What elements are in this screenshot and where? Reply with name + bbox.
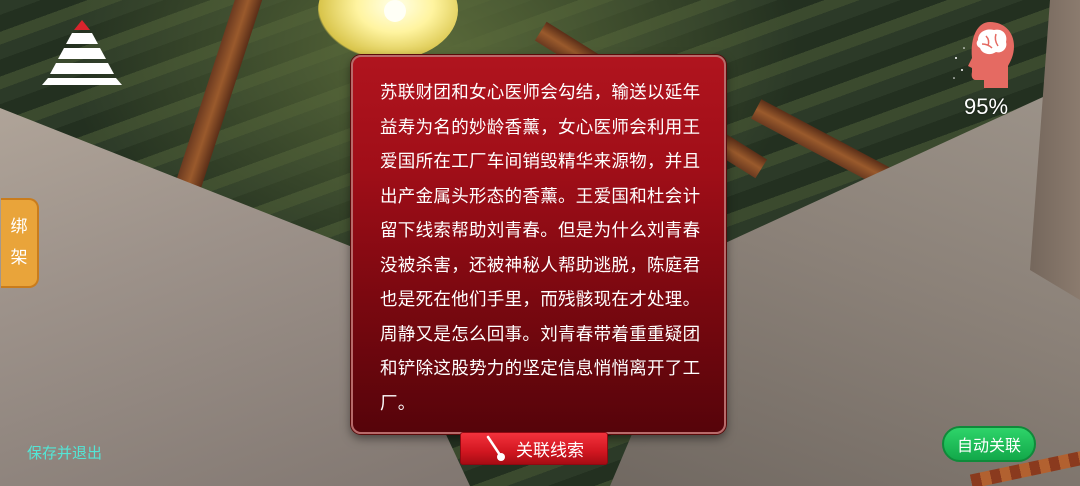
clue-text: 苏联财团和女心医师会勾结，输送以延年益寿为名的妙龄香薰，女心医师会利用王爱国所在…	[380, 83, 701, 414]
related-clues-label: 关联线索	[516, 441, 584, 461]
lamp-bulb	[384, 0, 406, 22]
brain-head-icon	[953, 22, 1014, 88]
needle-icon	[486, 435, 505, 461]
related-clues-button[interactable]: 关联线索	[460, 432, 608, 465]
clue-panel: 苏联财团和女心医师会勾结，输送以延年益寿为名的妙龄香薰，女心医师会利用王爱国所在…	[351, 55, 726, 434]
side-tab-char: 绑	[10, 217, 28, 237]
side-tab-char: 架	[10, 248, 28, 268]
sanity-percent: 95%	[963, 94, 1009, 119]
kidnap-side-tab[interactable]: 绑 架	[1, 198, 39, 288]
save-exit-button[interactable]: 保存并退出	[27, 442, 102, 463]
pyramid-menu-icon[interactable]	[38, 18, 126, 86]
auto-link-button[interactable]: 自动关联	[942, 426, 1036, 462]
